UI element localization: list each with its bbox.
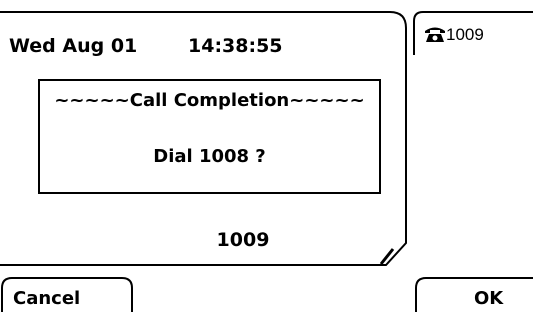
- dialog-message: Dial 1008 ?: [153, 146, 266, 167]
- date-label: Wed Aug 01: [9, 35, 138, 57]
- extension-number: 1009: [216, 229, 270, 251]
- time-label: 14:38:55: [188, 35, 283, 57]
- cancel-label: Cancel: [13, 288, 81, 309]
- line-key-label: 1009: [446, 25, 484, 44]
- ok-label: OK: [474, 288, 504, 309]
- dialog-title: ~~~~~Call Completion~~~~~: [54, 90, 365, 111]
- ok-button[interactable]: OK: [414, 276, 533, 312]
- status-bar: Wed Aug 01 14:38:55: [9, 33, 283, 59]
- phone-icon: [424, 25, 446, 43]
- line-key-1009[interactable]: 1009: [409, 11, 533, 57]
- call-completion-dialog: ~~~~~Call Completion~~~~~ Dial 1008 ?: [38, 79, 381, 194]
- cancel-button[interactable]: Cancel: [0, 276, 140, 312]
